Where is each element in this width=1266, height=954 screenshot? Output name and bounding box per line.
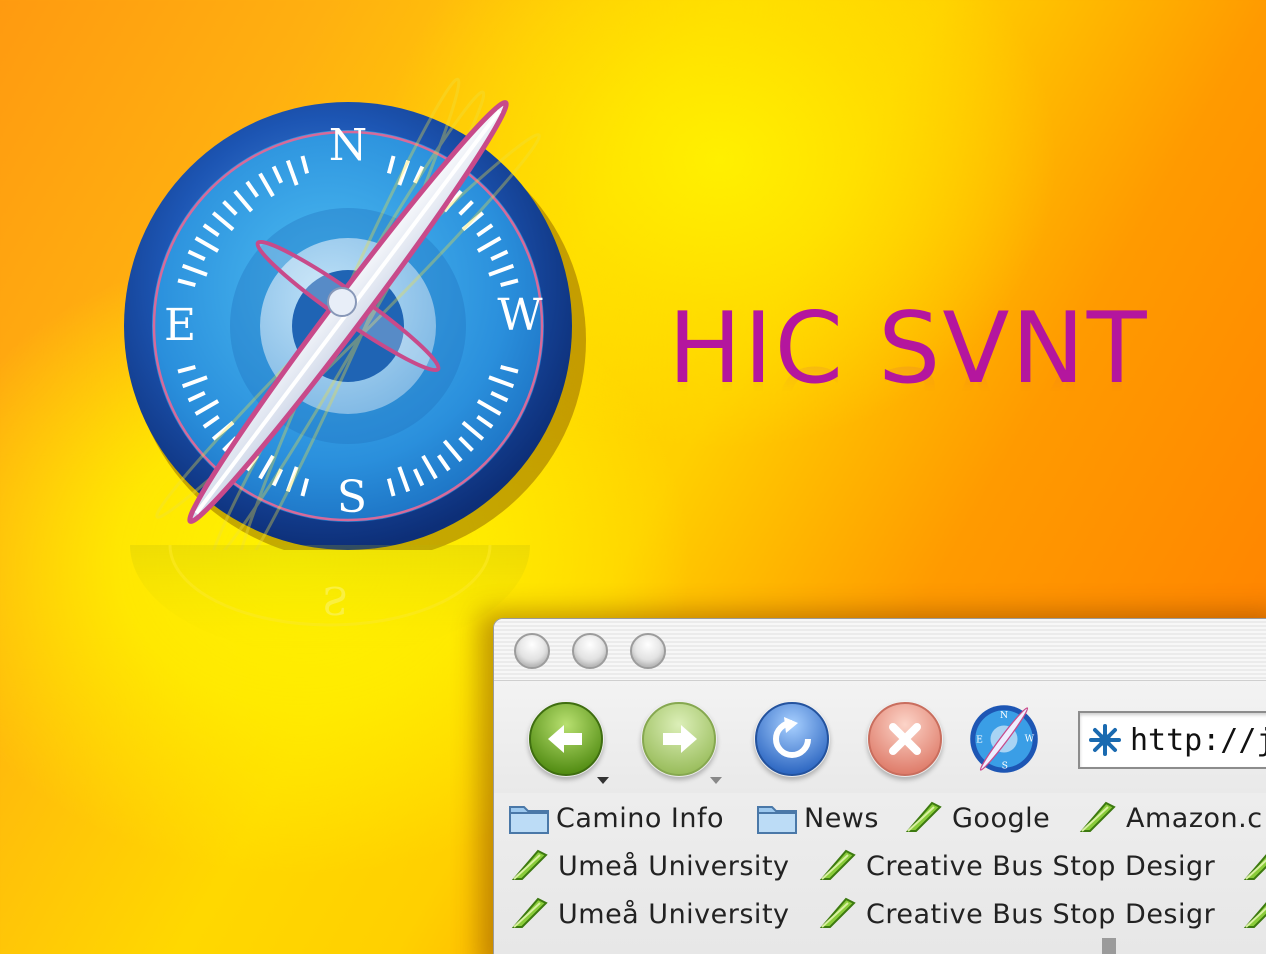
bookmark-icon [511,849,548,880]
bookmark-truncated[interactable] [1242,896,1266,932]
bookmark-separator [1102,938,1116,954]
svg-text:W: W [1025,734,1035,745]
compass-east-letter: E [164,300,196,351]
compass-logo: N S E W [124,77,586,550]
svg-text:E: E [976,734,983,745]
bookmark-creative-bus-stop[interactable]: Creative Bus Stop Desigr [818,896,1215,932]
forward-arrow-icon [642,702,716,776]
stop-icon [868,702,942,776]
bookmark-folder-camino-info[interactable]: Camino Info [508,800,724,836]
poster-title-reflection: HIC SVNT [668,332,1149,392]
bookmark-google[interactable]: Google [904,800,1050,836]
svg-text:S: S [1002,761,1008,772]
svg-text:S: S [322,578,348,622]
bookmark-umea-university[interactable]: Umeå University [510,848,790,884]
bookmark-label: Umeå University [558,850,790,882]
reload-icon [755,702,829,776]
bookmark-umea-university[interactable]: Umeå University [510,896,790,932]
minimize-window-button[interactable] [572,633,608,669]
back-arrow-icon [529,702,603,776]
home-button[interactable]: N S E W [966,701,1042,777]
address-bar-url: http://je [1130,722,1266,758]
bookmark-icon [819,897,856,928]
bookmarks-row: Umeå University Creative Bus Stop Desigr [494,842,1266,890]
compass-west-letter: W [497,290,543,341]
bookmark-icon [1079,801,1116,832]
stop-button[interactable] [867,701,943,777]
bookmark-label: News [804,802,879,834]
folder-icon [509,806,549,834]
window-titlebar[interactable] [494,619,1266,681]
bookmark-label: Camino Info [556,802,725,834]
compass-logo-reflection: S [130,545,530,655]
bookmark-folder-news[interactable]: News [756,800,879,836]
forward-button[interactable] [641,701,717,777]
bookmark-label: Amazon.c [1126,802,1263,834]
bookmark-label: Google [952,802,1051,834]
bookmark-icon [1243,902,1266,928]
bookmarks-row-partial [494,938,1266,954]
browser-toolbar: N S E W http://je [494,681,1266,793]
bookmark-truncated[interactable] [1242,848,1266,884]
back-button[interactable] [528,701,604,777]
back-history-dropdown[interactable] [597,777,609,784]
bookmark-icon [905,801,942,832]
compass-south-letter: S [337,472,367,523]
reload-button[interactable] [754,701,830,777]
bookmark-icon [819,849,856,880]
bookmark-icon [511,897,548,928]
bookmark-label: Umeå University [558,898,790,930]
bookmarks-row: Camino Info News Google Amazon.c [494,794,1266,842]
folder-icon [757,806,797,834]
site-favicon-icon [1089,724,1121,756]
browser-window: N S E W http://je [493,618,1266,954]
bookmark-label: Creative Bus Stop Desigr [866,850,1216,882]
compass-icon: N S E W [970,705,1038,773]
forward-history-dropdown[interactable] [710,777,722,784]
bookmark-icon [1243,854,1266,880]
bookmarks-bar: Camino Info News Google Amazon.c Umeå Un… [494,794,1266,954]
address-bar[interactable]: http://je [1078,711,1266,769]
compass-north-letter: N [329,120,368,171]
close-window-button[interactable] [514,633,550,669]
bookmark-amazon[interactable]: Amazon.c [1078,800,1263,836]
bookmark-label: Creative Bus Stop Desigr [866,898,1216,930]
bookmark-creative-bus-stop[interactable]: Creative Bus Stop Desigr [818,848,1215,884]
bookmarks-row: Umeå University Creative Bus Stop Desigr [494,890,1266,938]
zoom-window-button[interactable] [630,633,666,669]
svg-text:N: N [1000,710,1008,721]
